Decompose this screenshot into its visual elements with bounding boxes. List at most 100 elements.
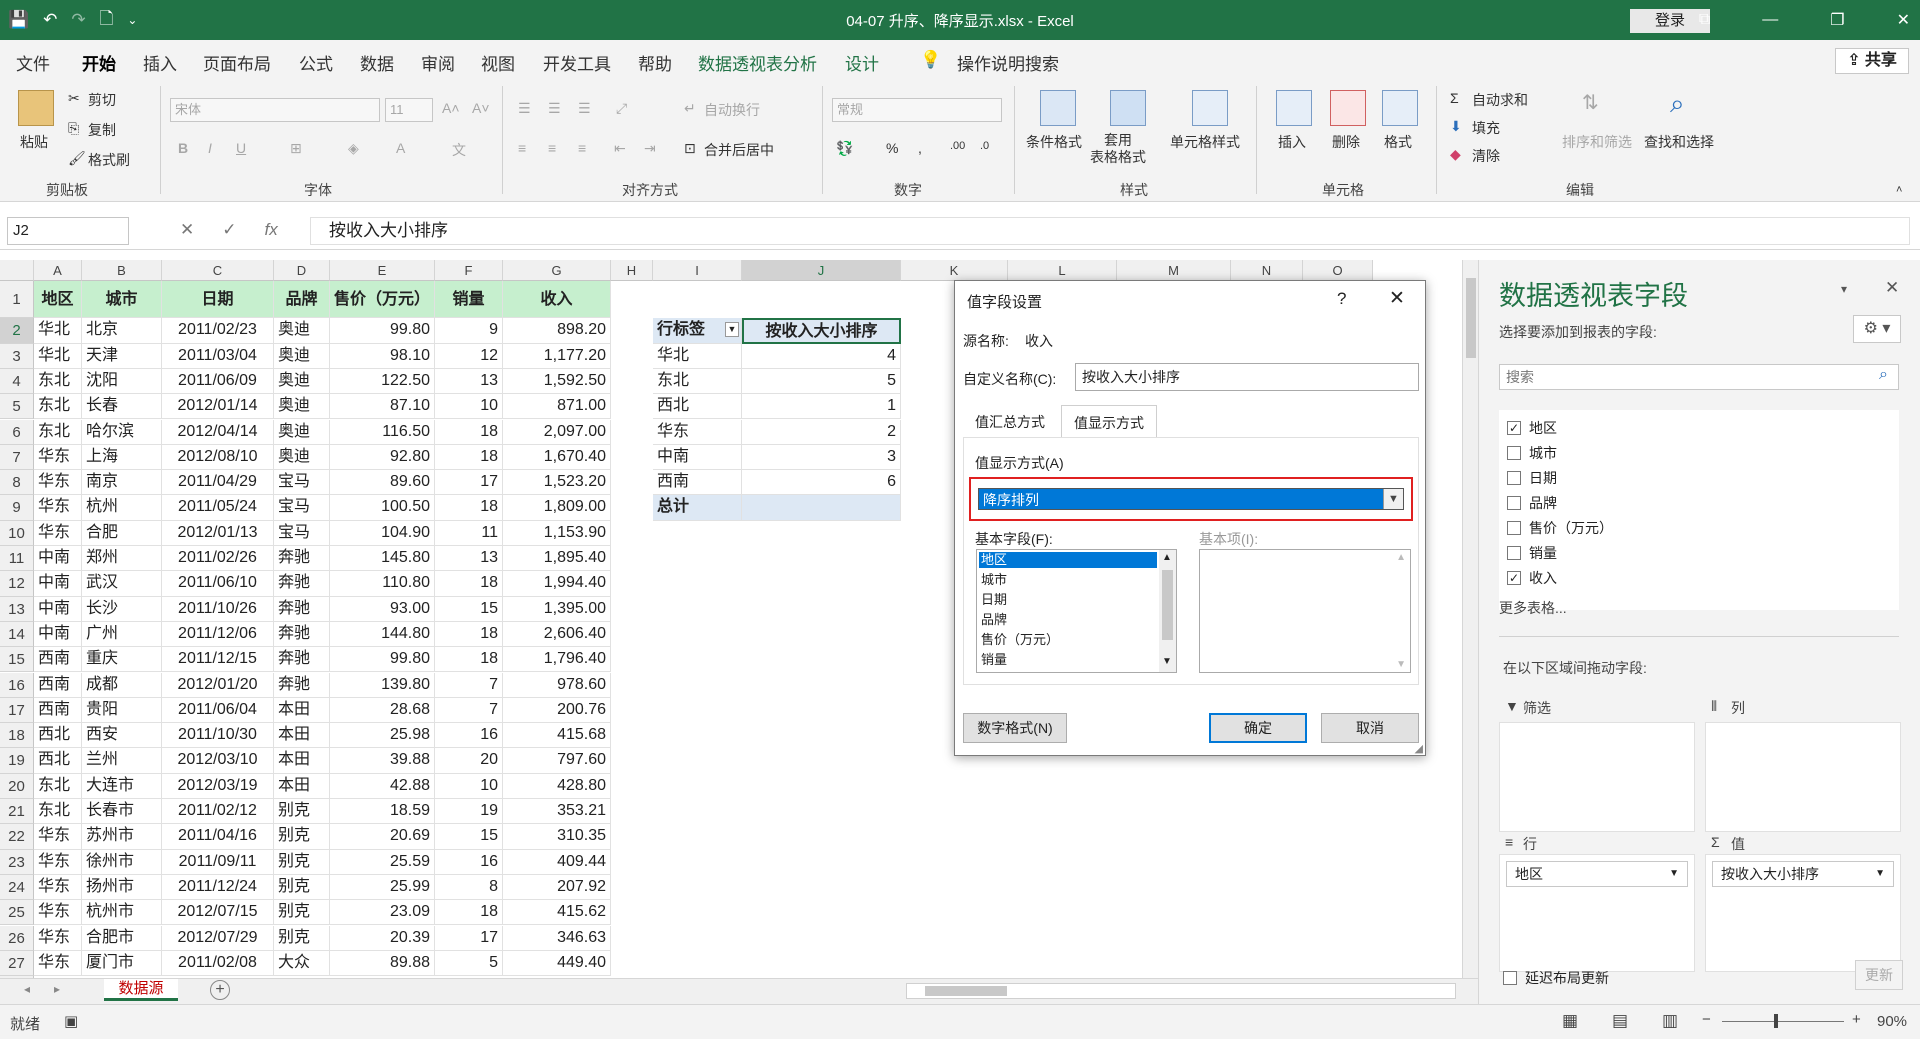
field-item[interactable]: 品牌	[1507, 493, 1557, 513]
format-cells-button[interactable]: 格式	[1384, 132, 1412, 152]
show-values-as-select[interactable]: 降序排列 ▼	[978, 488, 1404, 510]
row-header[interactable]: 10	[0, 520, 34, 546]
row-header[interactable]: 21	[0, 799, 34, 825]
defer-update-checkbox[interactable]: 延迟布局更新	[1503, 968, 1609, 988]
delete-cells-button[interactable]: 删除	[1332, 132, 1360, 152]
fill-color-icon[interactable]: ◈	[348, 140, 359, 157]
row-header[interactable]: 11	[0, 546, 34, 572]
format-painter-icon[interactable]: 🖌	[68, 150, 86, 167]
field-search-input[interactable]: 搜索	[1499, 364, 1899, 390]
column-header[interactable]: E	[330, 260, 435, 281]
zoom-out-icon[interactable]: −	[1702, 1011, 1711, 1028]
field-item[interactable]: 日期	[1507, 468, 1557, 488]
next-sheet-icon[interactable]: ▸	[54, 982, 60, 996]
align-top-icon[interactable]: ☰	[518, 100, 531, 117]
field-checkbox[interactable]	[1507, 496, 1521, 510]
format-painter-button[interactable]: 格式刷	[88, 150, 130, 170]
share-button[interactable]: ⇪ 共享	[1835, 48, 1909, 74]
row-header[interactable]: 12	[0, 571, 34, 597]
resize-grip-icon[interactable]: ◢	[1415, 742, 1423, 755]
formula-input[interactable]: 按收入大小排序	[310, 217, 1910, 245]
column-header[interactable]: L	[1008, 260, 1117, 281]
column-zone[interactable]	[1705, 722, 1901, 832]
cell-styles-button[interactable]: 单元格样式	[1170, 132, 1240, 152]
horizontal-scroll-thumb[interactable]	[925, 986, 1007, 996]
prev-sheet-icon[interactable]: ◂	[24, 982, 30, 996]
tab-insert[interactable]: 插入	[143, 50, 177, 75]
align-right-icon[interactable]: ≡	[578, 140, 586, 156]
cell-styles-icon[interactable]	[1192, 90, 1228, 126]
row-header[interactable]: 15	[0, 647, 34, 673]
base-field-list[interactable]: ▲ ▼ 地区 城市 日期 品牌 售价（万元） 销量	[976, 549, 1177, 673]
row-zone[interactable]: 地区 ▼	[1499, 854, 1695, 972]
zoom-slider-thumb[interactable]	[1774, 1014, 1778, 1028]
base-field-option[interactable]: 品牌	[979, 612, 1157, 628]
tab-review[interactable]: 审阅	[421, 50, 455, 75]
copy-button[interactable]: 复制	[88, 120, 116, 140]
conditional-format-icon[interactable]	[1040, 90, 1076, 126]
value-zone[interactable]: 按收入大小排序 ▼	[1705, 854, 1901, 972]
cancel-entry-icon[interactable]: ✕	[180, 220, 194, 240]
column-header[interactable]: A	[34, 260, 82, 281]
page-break-view-icon[interactable]: ▥	[1662, 1011, 1678, 1031]
dialog-close-icon[interactable]: ✕	[1389, 287, 1405, 310]
align-center-icon[interactable]: ≡	[548, 140, 556, 156]
format-cells-icon[interactable]	[1382, 90, 1418, 126]
base-field-scroll-thumb[interactable]	[1162, 570, 1173, 640]
base-field-option[interactable]: 城市	[979, 572, 1157, 588]
orientation-icon[interactable]: ⤢	[616, 100, 627, 117]
tab-home[interactable]: 开始	[82, 50, 116, 83]
column-header[interactable]: F	[435, 260, 503, 281]
column-header[interactable]: J	[742, 260, 901, 281]
conditional-format-button[interactable]: 条件格式	[1026, 132, 1082, 152]
row-header[interactable]: 27	[0, 950, 34, 977]
decrease-indent-icon[interactable]: ⇤	[614, 140, 626, 157]
row-header[interactable]: 16	[0, 672, 34, 698]
fill-button[interactable]: 填充	[1472, 118, 1500, 138]
tab-formulas[interactable]: 公式	[299, 50, 333, 75]
cut-icon[interactable]: ✂	[68, 90, 80, 107]
field-checkbox[interactable]: ✓	[1507, 421, 1521, 435]
row-header[interactable]: 2	[0, 318, 34, 344]
field-checkbox[interactable]	[1507, 521, 1521, 535]
copy-icon[interactable]: ⎘	[68, 120, 79, 137]
increase-decimal-icon[interactable]: .00	[950, 140, 965, 152]
update-button[interactable]: 更新	[1855, 960, 1903, 990]
add-sheet-icon[interactable]: +	[210, 980, 230, 1000]
tab-summarize-by[interactable]: 值汇总方式	[963, 405, 1057, 437]
merge-center-icon[interactable]: ⊡	[684, 140, 696, 157]
base-item-list[interactable]: ▲ ▼	[1199, 549, 1411, 673]
minimize-icon[interactable]: —	[1762, 11, 1778, 29]
row-header[interactable]: 5	[0, 394, 34, 420]
align-bottom-icon[interactable]: ☰	[578, 100, 591, 117]
page-layout-view-icon[interactable]: ▤	[1612, 1011, 1628, 1031]
row-header[interactable]: 25	[0, 900, 34, 926]
value-field-item[interactable]: 按收入大小排序 ▼	[1712, 861, 1894, 887]
base-field-scrollbar[interactable]: ▲ ▼	[1159, 550, 1176, 672]
zoom-slider[interactable]	[1722, 1021, 1844, 1022]
row-header[interactable]: 9	[0, 495, 34, 521]
column-header[interactable]: I	[653, 260, 742, 281]
horizontal-scrollbar[interactable]	[906, 983, 1456, 999]
row-header[interactable]: 1	[0, 281, 34, 319]
row-header[interactable]: 6	[0, 419, 34, 445]
row-header[interactable]: 24	[0, 874, 34, 901]
accounting-format-icon[interactable]: 💱	[836, 140, 853, 157]
wrap-text-button[interactable]: 自动换行	[704, 100, 760, 120]
row-header[interactable]: 20	[0, 773, 34, 799]
row-header[interactable]: 23	[0, 849, 34, 875]
column-header[interactable]: M	[1117, 260, 1231, 281]
field-checkbox[interactable]	[1507, 546, 1521, 560]
delete-cells-icon[interactable]	[1330, 90, 1366, 126]
column-header[interactable]: G	[503, 260, 611, 281]
chevron-down-icon[interactable]: ▼	[1383, 489, 1403, 509]
tab-developer[interactable]: 开发工具	[543, 50, 611, 75]
tab-pivot-analyze[interactable]: 数据透视表分析	[698, 50, 817, 75]
custom-name-input[interactable]: 按收入大小排序	[1075, 363, 1419, 391]
merge-center-button[interactable]: 合并后居中	[704, 140, 774, 160]
column-header[interactable]: O	[1303, 260, 1373, 281]
row-header[interactable]: 13	[0, 596, 34, 622]
row-header[interactable]: 3	[0, 343, 34, 369]
align-left-icon[interactable]: ≡	[518, 140, 526, 156]
base-field-option[interactable]: 售价（万元）	[979, 632, 1157, 648]
